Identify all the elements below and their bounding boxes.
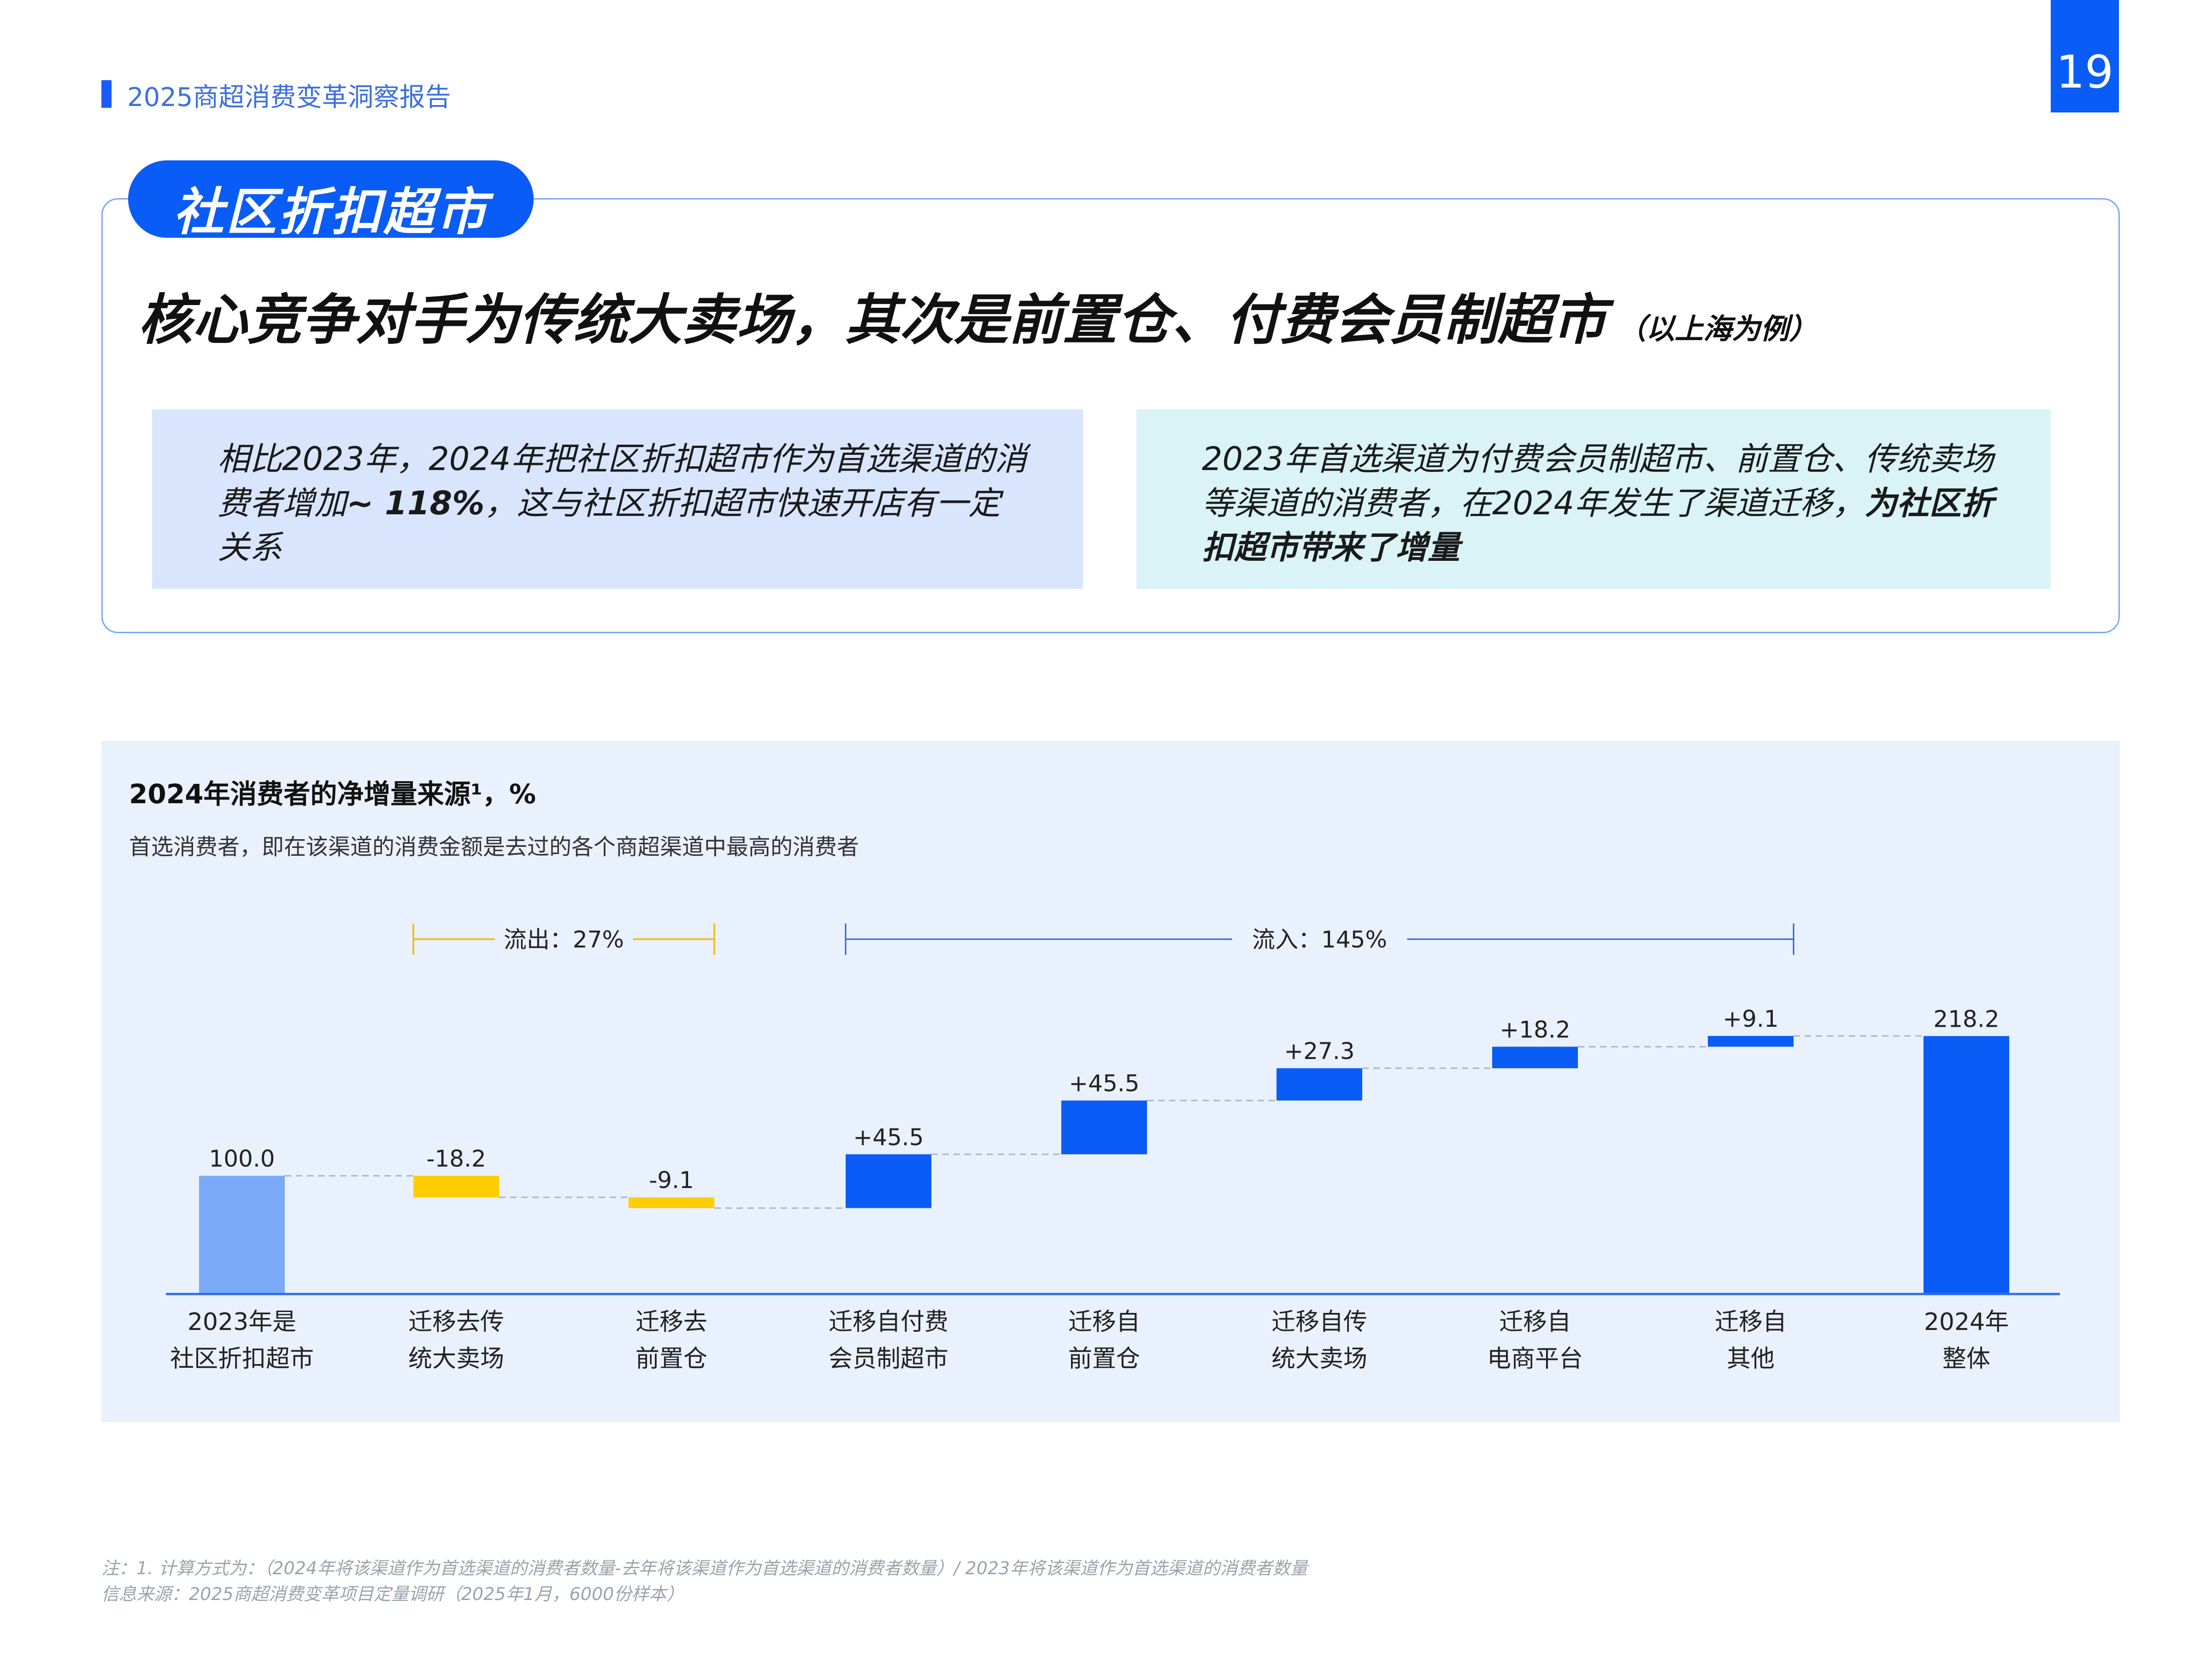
category-label: 会员制超市 (829, 1345, 948, 1373)
report-title: 2025商超消费变革洞察报告 (127, 82, 451, 112)
category-label: 2024年 (1924, 1308, 2009, 1336)
section-pill: 社区折扣超市 (128, 160, 534, 241)
category-label: 前置仓 (1068, 1345, 1140, 1373)
bracket-label: 流入：145% (1252, 926, 1387, 953)
data-label: -9.1 (649, 1167, 694, 1194)
data-label: -18.2 (426, 1145, 486, 1172)
bracket-label: 流出：27% (504, 926, 624, 953)
data-label: 218.2 (1933, 1006, 1999, 1032)
category-label: 前置仓 (635, 1345, 707, 1373)
category-label: 社区折扣超市 (170, 1345, 314, 1373)
bar-1 (199, 1176, 285, 1294)
category-label: 2023年是 (188, 1308, 296, 1336)
insight-box-right: 2023年首选渠道为付费会员制超市、前置仓、传统卖场等渠道的消费者，在2024年… (1136, 409, 2051, 589)
bar-5 (1061, 1100, 1147, 1154)
category-label: 迁移自 (1715, 1308, 1787, 1336)
data-label: +45.5 (1069, 1070, 1139, 1097)
data-label: +18.2 (1500, 1016, 1570, 1043)
headline: 核心竞争对手为传统大卖场，其次是前置仓、付费会员制超市 （以上海为例） (138, 276, 1818, 354)
category-label: 电商平台 (1487, 1345, 1583, 1373)
headline-main: 核心竞争对手为传统大卖场，其次是前置仓、付费会员制超市 (138, 288, 1607, 352)
header-accent-bar (101, 80, 112, 108)
bar-7 (1492, 1047, 1578, 1069)
bar-8 (1708, 1036, 1794, 1047)
bar-6 (1277, 1068, 1362, 1101)
data-label: +45.5 (853, 1124, 924, 1151)
footnote: 注：1. 计算方式为：（2024年将该渠道作为首选渠道的消费者数量-去年将该渠道… (101, 1558, 1308, 1578)
category-label: 迁移自 (1068, 1308, 1140, 1336)
insight-box-left: 相比2023年，2024年把社区折扣超市作为首选渠道的消费者增加~ 118%，这… (152, 409, 1083, 589)
bar-9 (1924, 1036, 2009, 1294)
category-label: 其他 (1727, 1345, 1775, 1373)
data-label: +27.3 (1284, 1038, 1354, 1065)
category-label: 迁移去 (635, 1308, 707, 1336)
category-label: 整体 (1942, 1345, 1990, 1373)
category-label: 统大卖场 (408, 1345, 504, 1373)
category-label: 迁移自付费 (829, 1308, 948, 1336)
bar-4 (846, 1154, 931, 1208)
section-pill-label: 社区折扣超市 (173, 182, 488, 241)
category-label: 统大卖场 (1271, 1345, 1367, 1373)
data-label: +9.1 (1723, 1006, 1778, 1032)
source-note: 信息来源：2025商超消费变革项目定量调研（2025年1月，6000份样本） (101, 1584, 684, 1604)
headline-note: （以上海为例） (1618, 312, 1818, 346)
category-label: 迁移去传 (408, 1308, 504, 1336)
page-number-badge: 19 (2051, 0, 2119, 112)
category-label: 迁移自 (1499, 1308, 1571, 1336)
waterfall-chart: 100.0 -18.2 -9.1 +45.5 +45.5 +27.3 +18.2 +9.1 21… (166, 924, 2060, 1373)
bar-3 (629, 1197, 714, 1208)
page-number: 19 (2056, 46, 2114, 99)
insight-left-bold: ~ 118% (347, 484, 485, 522)
bar-2 (413, 1176, 499, 1198)
category-label: 迁移自传 (1271, 1308, 1367, 1336)
data-label: 100.0 (209, 1145, 275, 1172)
